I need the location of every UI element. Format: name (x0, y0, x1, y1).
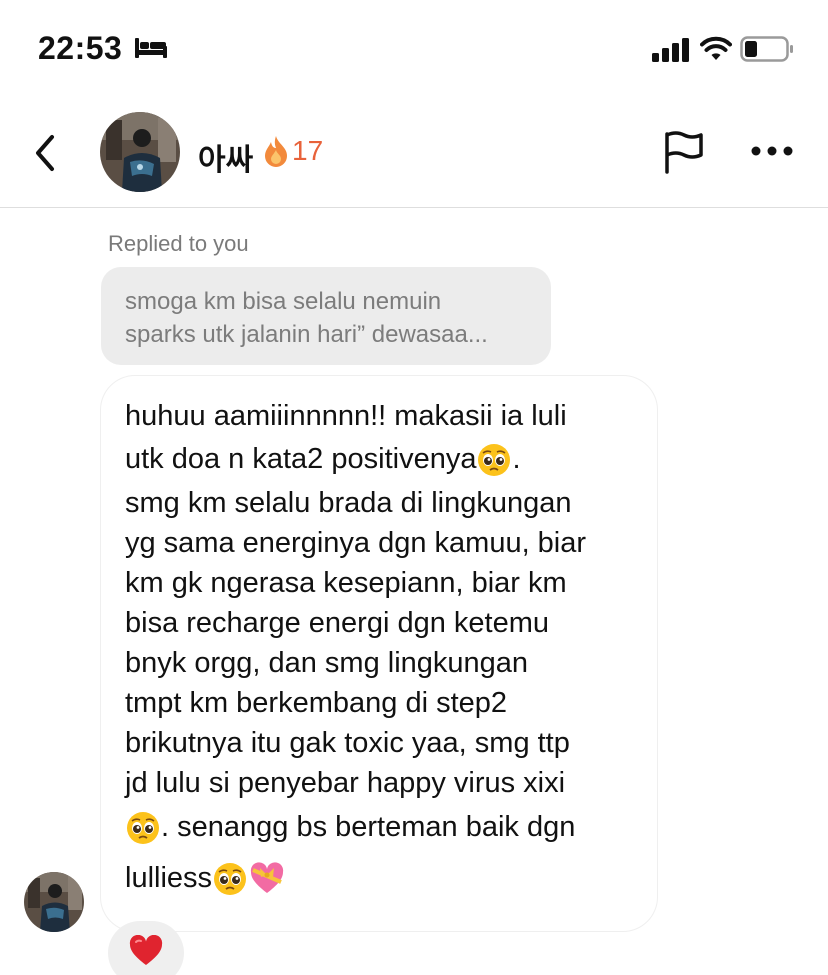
cellular-signal-icon (652, 38, 690, 67)
dm-screen: 22:53 아싸 17 Replied to you smoga km bisa… (0, 0, 828, 975)
chevron-left-icon[interactable] (30, 133, 60, 173)
message-line: jd lulu si penyebar happy virus xixi (125, 767, 566, 799)
flag-icon[interactable] (662, 130, 706, 179)
replied-to-you-label: Replied to you (108, 231, 249, 256)
battery-icon (740, 36, 794, 67)
quoted-line: sparks utk jalanin hari” dewasaa... (125, 321, 488, 348)
quoted-message[interactable]: smoga km bisa selalu nemuin sparks utk j… (101, 267, 551, 365)
pleading-face-emoji (477, 443, 511, 477)
red-heart-icon (128, 934, 164, 972)
fire-icon (262, 134, 290, 173)
reaction-pill[interactable] (108, 921, 184, 975)
chat-header: 아싸 17 (0, 100, 828, 208)
message-line: km gk ngerasa kesepiann, biar km (125, 567, 567, 599)
message-line: bisa recharge energi dgn ketemu (125, 607, 549, 639)
contact-avatar[interactable] (100, 112, 180, 192)
streak-count: 17 (292, 135, 324, 166)
contact-name[interactable]: 아싸 (198, 135, 253, 179)
sleep-mode-icon (134, 36, 168, 65)
message-line: tmpt km berkembang di step2 (125, 687, 508, 719)
quoted-line: smoga km bisa selalu nemuin (125, 288, 442, 315)
message-line: yg sama energinya dgn kamuu, biar (125, 527, 587, 559)
more-horizontal-icon[interactable] (750, 144, 794, 162)
message-line: huhuu aamiiinnnnn!! makasii ia luli (125, 400, 567, 432)
wifi-icon (700, 36, 732, 67)
message-line: utk doa n kata2 positivenya. (125, 436, 657, 483)
sender-avatar[interactable] (24, 872, 84, 932)
message-line: bnyk orgg, dan smg lingkungan (125, 647, 529, 679)
status-bar: 22:53 (0, 0, 828, 100)
message-line: lulliess (125, 852, 657, 904)
pleading-face-emoji (213, 862, 247, 896)
pleading-face-emoji (126, 811, 160, 845)
message-line: smg km selalu brada di lingkungan (125, 487, 572, 519)
message-line: brikutnya itu gak toxic yaa, smg ttp (125, 727, 570, 759)
heart-with-ribbon-emoji (249, 862, 284, 896)
status-time: 22:53 (38, 30, 123, 66)
message-line: . senangg bs berteman baik dgn (125, 803, 657, 852)
message-bubble[interactable]: huhuu aamiiinnnnn!! makasii ia luli utk … (101, 376, 657, 931)
